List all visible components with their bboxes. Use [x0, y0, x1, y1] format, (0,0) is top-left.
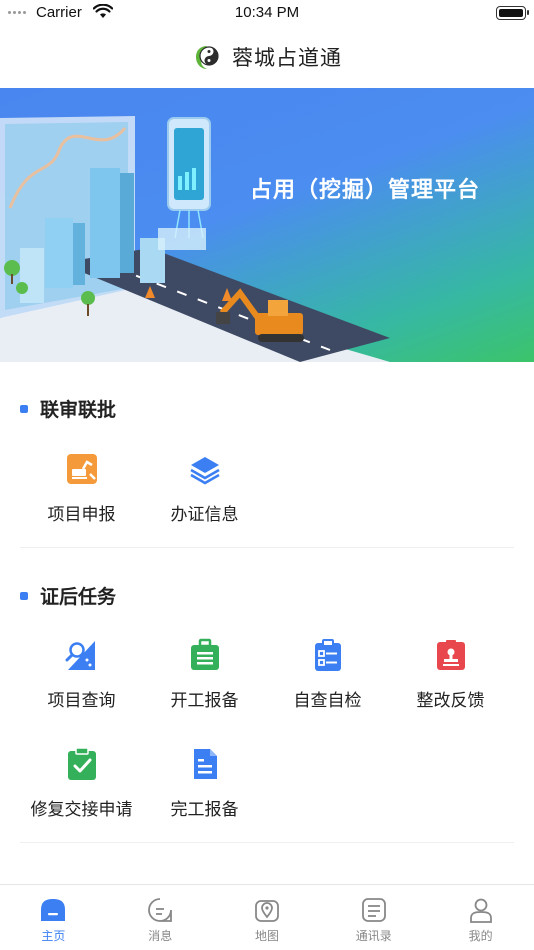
- hero-banner[interactable]: 占用（挖掘）管理平台: [0, 88, 534, 362]
- self-inspection-button[interactable]: 自查自检: [266, 638, 389, 711]
- banner-title: 占用（挖掘）管理平台: [250, 178, 481, 203]
- excavator-report-icon: [66, 454, 97, 484]
- map-icon: [255, 900, 279, 922]
- rectification-feedback-label: 整改反馈: [416, 691, 485, 711]
- message-icon: [148, 898, 173, 922]
- completion-report-button[interactable]: 完工报备: [143, 747, 266, 820]
- permit-info-label: 办证信息: [170, 505, 239, 525]
- project-report-button[interactable]: 项目申报: [20, 452, 143, 525]
- tab-map[interactable]: 地图: [214, 885, 321, 950]
- stamp-icon: [436, 640, 465, 670]
- contacts-icon: [361, 898, 386, 922]
- start-work-report-button[interactable]: 开工报备: [143, 638, 266, 711]
- section-post-permit-title: 证后任务: [20, 582, 116, 609]
- repair-handover-label: 修复交接申请: [30, 800, 133, 820]
- bottom-tab-bar: 主页 消息 地图 通讯录 我的: [0, 884, 534, 950]
- battery-icon: [496, 6, 529, 20]
- app-header: 蓉城占道通: [0, 26, 534, 88]
- section-joint-approval-label: 联审联批: [40, 399, 117, 421]
- section-divider: [20, 842, 514, 843]
- project-query-label: 项目查询: [47, 691, 116, 711]
- tab-map-label: 地图: [254, 929, 279, 943]
- briefcase-icon: [190, 638, 219, 670]
- app-title: 蓉城占道通: [232, 46, 342, 70]
- taiji-leaf-logo-icon: [196, 46, 219, 69]
- self-inspection-label: 自查自检: [293, 691, 362, 711]
- home-icon: [41, 899, 66, 921]
- tab-contacts-label: 通讯录: [355, 929, 392, 943]
- tab-profile[interactable]: 我的: [427, 885, 534, 950]
- layers-icon: [189, 457, 220, 485]
- section-marker: [20, 591, 28, 600]
- user-icon: [469, 898, 492, 923]
- section-marker: [20, 404, 28, 413]
- tab-messages[interactable]: 消息: [107, 885, 214, 950]
- project-report-label: 项目申报: [47, 505, 116, 525]
- search-map-icon: [65, 641, 95, 670]
- status-bar: Carrier 10:34 PM: [0, 0, 534, 26]
- checklist-icon: [314, 639, 341, 671]
- project-query-button[interactable]: 项目查询: [20, 638, 143, 711]
- document-icon: [193, 749, 217, 779]
- tab-profile-label: 我的: [468, 929, 493, 943]
- clipboard-check-icon: [67, 747, 96, 780]
- section-joint-approval-title: 联审联批: [20, 395, 116, 422]
- completion-report-label: 完工报备: [170, 800, 239, 820]
- tab-home-label: 主页: [41, 929, 66, 943]
- repair-handover-button[interactable]: 修复交接申请: [20, 747, 143, 820]
- start-work-report-label: 开工报备: [170, 691, 239, 711]
- status-time: 10:34 PM: [234, 4, 300, 21]
- permit-info-button[interactable]: 办证信息: [143, 452, 266, 525]
- rectification-feedback-button[interactable]: 整改反馈: [389, 638, 512, 711]
- tab-contacts[interactable]: 通讯录: [320, 885, 427, 950]
- tab-messages-label: 消息: [148, 929, 173, 943]
- smart-city-illustration: [0, 116, 390, 362]
- section-post-permit-label: 证后任务: [40, 586, 117, 608]
- section-divider: [20, 547, 514, 548]
- tab-home[interactable]: 主页: [0, 885, 107, 950]
